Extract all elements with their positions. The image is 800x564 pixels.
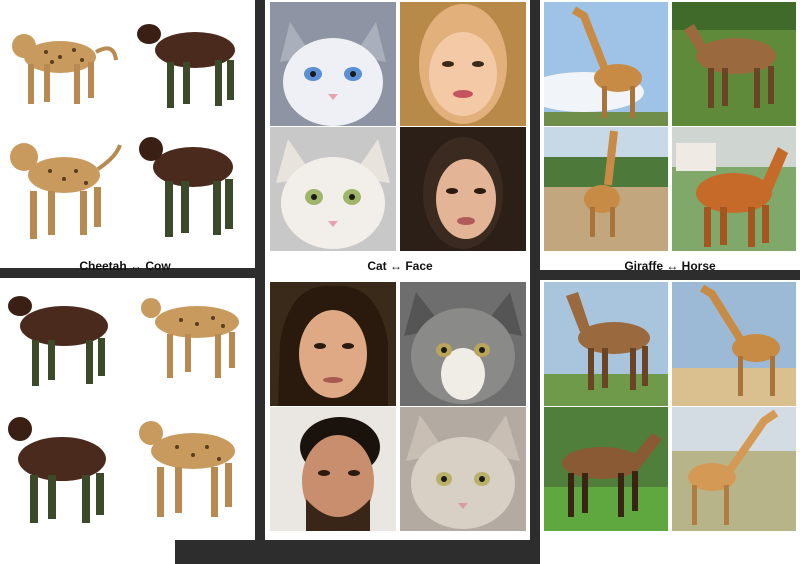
cow-source-2 xyxy=(2,407,124,529)
cheetah-translated-1 xyxy=(127,282,249,404)
cow-translated-1 xyxy=(127,2,249,124)
caption-cheetah-cow-top: Cheetah ↔ Cow xyxy=(79,259,171,273)
cat-source-2 xyxy=(270,127,396,251)
divider-vertical-2 xyxy=(530,0,540,564)
horse-translated-1 xyxy=(672,2,796,126)
giraffe-translated-1 xyxy=(672,282,796,406)
giraffe-translated-2 xyxy=(672,407,796,531)
cat-translated-2 xyxy=(400,407,526,531)
caption-cat-face-bottom xyxy=(320,538,480,554)
cheetah-source-1 xyxy=(2,2,124,124)
divider-vertical-1 xyxy=(255,0,265,564)
horse-source-2 xyxy=(544,407,668,531)
horse-translated-2 xyxy=(672,127,796,251)
caption-giraffe-horse-bottom xyxy=(580,538,760,554)
cat-translated-1 xyxy=(400,282,526,406)
horse-source-1 xyxy=(544,282,668,406)
face-translated-2 xyxy=(400,127,526,251)
cow-translated-2 xyxy=(127,127,249,249)
cow-source-1 xyxy=(2,282,124,404)
cat-source-1 xyxy=(270,2,396,126)
face-source-1 xyxy=(270,282,396,406)
cheetah-translated-2 xyxy=(127,407,249,529)
figure-grid: Cheetah ↔ Cow Cat ↔ Face Giraffe ↔ Horse xyxy=(0,0,800,564)
face-translated-1 xyxy=(400,2,526,126)
caption-cat-face-top: Cat ↔ Face xyxy=(367,259,433,273)
giraffe-source-1 xyxy=(544,2,668,126)
giraffe-source-2 xyxy=(544,127,668,251)
caption-cheetah-cow-bottom xyxy=(0,538,175,554)
cheetah-source-2 xyxy=(2,127,124,249)
caption-giraffe-horse-top: Giraffe ↔ Horse xyxy=(624,259,716,273)
face-source-2 xyxy=(270,407,396,531)
